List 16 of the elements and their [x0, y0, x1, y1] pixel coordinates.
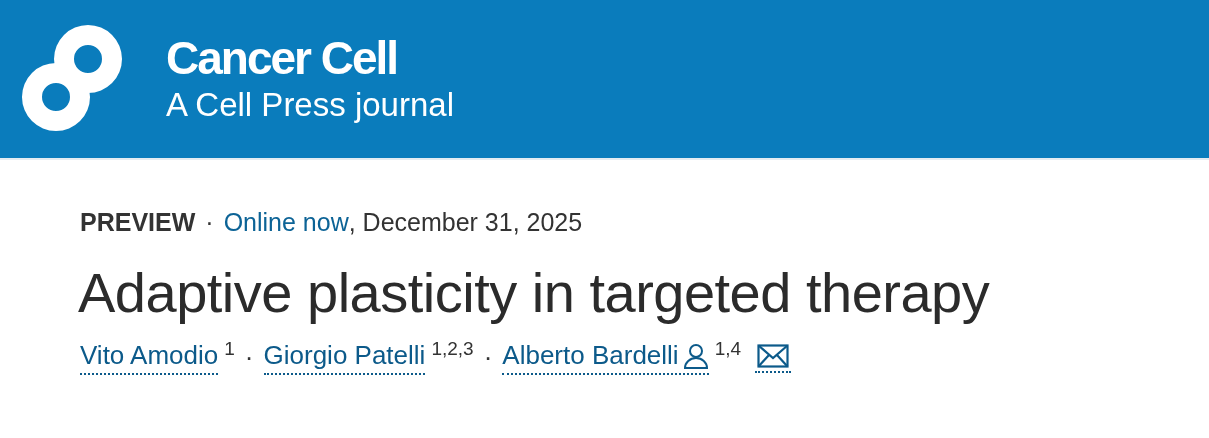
separator-dot: · [483, 342, 493, 374]
author-link[interactable]: Giorgio Patelli [263, 340, 426, 376]
affiliation-numbers: 1,2,3 [431, 338, 474, 361]
article-type-label: PREVIEW [80, 208, 196, 237]
online-now-link[interactable]: Online now [223, 208, 349, 237]
separator-dot: · [244, 342, 254, 374]
article-title: Adaptive plasticity in targeted therapy [78, 260, 991, 326]
publication-date: , December 31, 2025 [348, 208, 583, 237]
journal-name: Cancer Cell [166, 34, 398, 81]
journal-tagline: A Cell Press journal [166, 86, 454, 124]
person-icon [682, 342, 709, 369]
author-link[interactable]: Vito Amodio [80, 340, 219, 376]
separator-dot: · [205, 208, 214, 237]
author-link[interactable]: Alberto Bardelli [502, 340, 709, 376]
affiliation-numbers: 1 [224, 338, 235, 361]
affiliation-numbers: 1,4 [714, 338, 742, 361]
